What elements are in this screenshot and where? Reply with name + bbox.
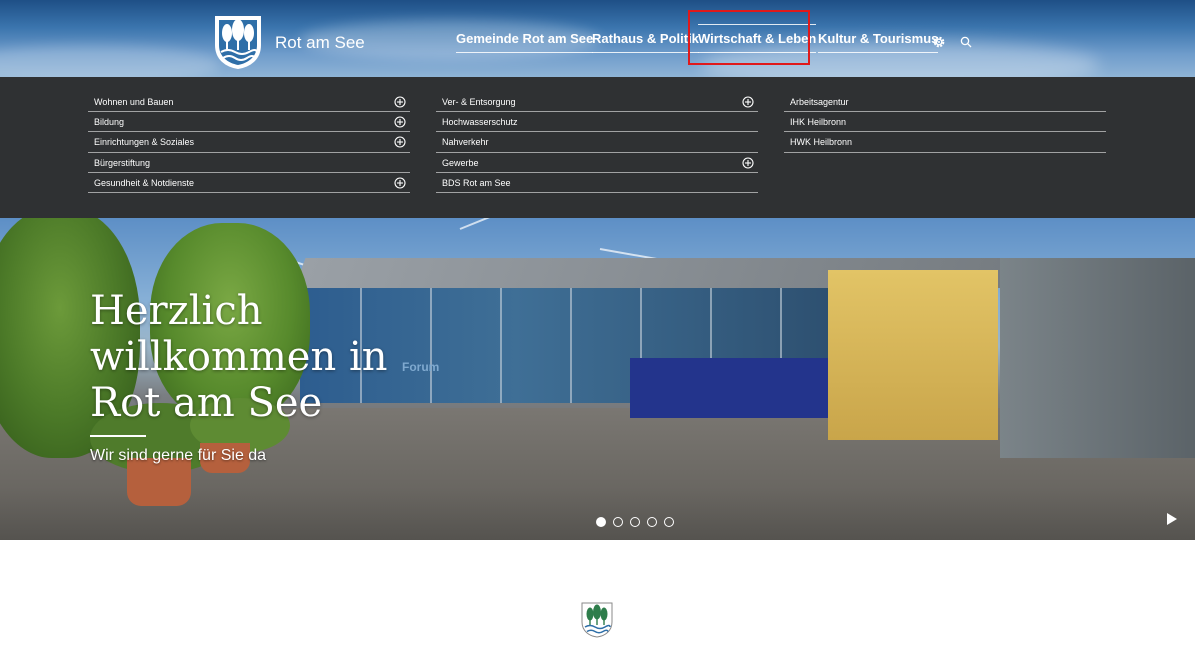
nav-kultur-tourismus[interactable]: Kultur & Tourismus [818,31,939,53]
menu-item-label: Bildung [94,117,125,128]
mega-menu-column-1: Wohnen und Bauen Bildung Einrichtungen &… [88,92,410,193]
gear-icon[interactable] [932,35,946,49]
facade-strut [500,288,502,403]
menu-item-bds-rot-am-see[interactable]: BDS Rot am See [436,173,758,193]
menu-item-buergerstiftung[interactable]: Bürgerstiftung [88,153,410,173]
contrail [459,218,702,230]
blue-wall [630,358,830,418]
slider-dot-4[interactable] [647,517,657,527]
slider-dot-5[interactable] [664,517,674,527]
menu-item-label: Ver- & Entsorgung [442,97,516,107]
search-icon[interactable] [960,36,972,48]
menu-item-label: IHK Heilbronn [790,117,847,128]
menu-item-label: Hochwasserschutz [442,117,518,128]
site-name[interactable]: Rot am See [275,33,365,53]
menu-item-label: Gesundheit & Notdienste [94,177,195,188]
menu-item-label: Gewerbe [442,157,479,168]
menu-item-arbeitsagentur[interactable]: Arbeitsagentur [784,92,1106,113]
nav-gemeinde[interactable]: Gemeinde Rot am See [456,31,594,53]
coat-of-arms-logo[interactable] [214,15,262,69]
slider-dot-1[interactable] [596,517,606,527]
slider-dot-2[interactable] [613,517,623,527]
menu-item-ver-entsorgung[interactable]: Ver- & Entsorgung [436,92,758,113]
active-nav-highlight [688,10,810,65]
site-header: Rot am See Gemeinde Rot am See Rathaus &… [0,0,1195,77]
menu-item-hochwasserschutz[interactable]: Hochwasserschutz [436,112,758,133]
sky-cloud [0,45,220,77]
slider-dot-3[interactable] [630,517,640,527]
expand-plus-icon[interactable] [394,96,406,108]
hero-divider [90,435,146,437]
mega-menu-column-3: Arbeitsagentur IHK Heilbronn HWK Heilbro… [784,92,1106,153]
hero-slider: Forum Herzlich willkommen in Rot am See … [0,218,1195,540]
hero-subtitle: Wir sind gerne für Sie da [90,447,267,464]
nav-rathaus-politik[interactable]: Rathaus & Politik [592,31,699,53]
page: Rot am See Gemeinde Rot am See Rathaus &… [0,0,1200,657]
slider-dots [596,517,674,527]
menu-item-einrichtungen-soziales[interactable]: Einrichtungen & Soziales [88,132,410,153]
menu-item-label: Nahverkehr [442,137,489,148]
menu-item-bildung[interactable]: Bildung [88,112,410,133]
menu-item-gesundheit-notdienste[interactable]: Gesundheit & Notdienste [88,173,410,193]
menu-item-label: Wohnen und Bauen [94,97,174,107]
menu-item-label: BDS Rot am See [442,177,511,188]
expand-plus-icon[interactable] [394,116,406,128]
facade-strut [570,288,572,403]
right-building [1000,258,1195,458]
expand-plus-icon[interactable] [394,177,406,189]
menu-item-hwk-heilbronn[interactable]: HWK Heilbronn [784,132,1106,153]
expand-plus-icon[interactable] [742,96,754,108]
menu-item-ihk-heilbronn[interactable]: IHK Heilbronn [784,112,1106,133]
mega-menu-column-2: Ver- & Entsorgung Hochwasserschutz Nahve… [436,92,758,193]
menu-item-wohnen-bauen[interactable]: Wohnen und Bauen [88,92,410,113]
menu-item-label: HWK Heilbronn [790,137,853,148]
menu-item-nahverkehr[interactable]: Nahverkehr [436,132,758,153]
menu-item-gewerbe[interactable]: Gewerbe [436,153,758,173]
play-icon[interactable] [1166,512,1178,526]
menu-item-label: Bürgerstiftung [94,157,151,168]
coat-of-arms-footer-logo[interactable] [581,602,613,638]
menu-item-label: Arbeitsagentur [790,97,849,107]
expand-plus-icon[interactable] [742,157,754,169]
expand-plus-icon[interactable] [394,136,406,148]
hero-title: Herzlich willkommen in Rot am See [90,288,388,426]
mega-menu: Wohnen und Bauen Bildung Einrichtungen &… [0,77,1195,218]
yellow-panel [828,270,998,440]
flower-pot [127,458,191,506]
menu-item-label: Einrichtungen & Soziales [94,137,195,148]
